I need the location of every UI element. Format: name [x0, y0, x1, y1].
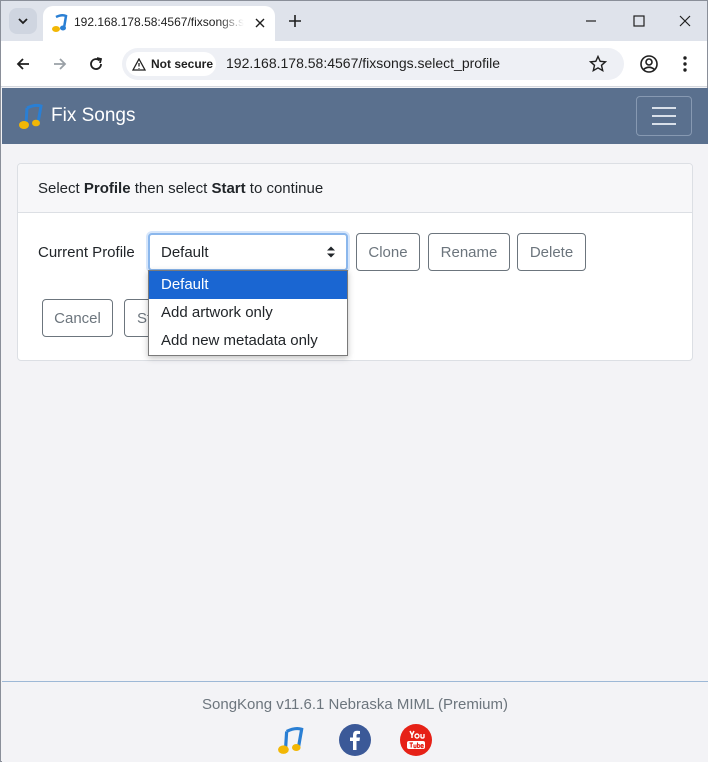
star-icon: [589, 55, 607, 73]
browser-tab[interactable]: 192.168.178.58:4567/fixsongs.select_prof…: [43, 6, 275, 41]
facebook-icon: [339, 724, 371, 756]
arrow-left-icon: [16, 58, 29, 70]
instruction-start-word: Start: [211, 180, 246, 197]
close-icon: [679, 15, 691, 27]
profile-button[interactable]: [637, 52, 661, 76]
youtube-link[interactable]: [400, 724, 432, 756]
back-button[interactable]: [10, 51, 36, 77]
rename-button[interactable]: Rename: [428, 233, 510, 271]
current-profile-label: Current Profile: [38, 244, 135, 261]
bookmark-button[interactable]: [588, 54, 608, 74]
new-tab-button[interactable]: [284, 10, 306, 32]
tab-search-button[interactable]: [9, 8, 37, 34]
browser-toolbar: Not secure 192.168.178.58:4567/fixsongs.…: [1, 41, 707, 87]
maximize-icon: [633, 15, 645, 27]
version-text: SongKong v11.6.1 Nebraska MIML (Premium): [202, 696, 508, 713]
reload-icon: [90, 57, 103, 70]
dropdown-option-add-new-metadata-only[interactable]: Add new metadata only: [149, 327, 347, 355]
youtube-icon: [400, 724, 432, 756]
hamburger-bar: [652, 115, 676, 117]
sort-caret-icon: [327, 246, 335, 258]
dropdown-option-add-artwork-only[interactable]: Add artwork only: [149, 299, 347, 327]
browser-window: 192.168.178.58:4567/fixsongs.select_prof…: [0, 0, 708, 762]
account-icon: [640, 55, 658, 73]
songkong-logo-icon: [19, 103, 43, 129]
cancel-button[interactable]: Cancel: [42, 299, 113, 337]
close-icon: [255, 18, 265, 28]
brand-title: Fix Songs: [51, 105, 136, 126]
songkong-favicon-icon: [52, 13, 68, 32]
tab-close-button[interactable]: [251, 14, 269, 32]
maximize-button[interactable]: [619, 7, 659, 35]
songkong-link[interactable]: [276, 724, 308, 756]
delete-button[interactable]: Delete: [517, 233, 586, 271]
reload-button[interactable]: [83, 51, 109, 77]
instruction-middle: then select: [130, 180, 212, 197]
page-footer: SongKong v11.6.1 Nebraska MIML (Premium): [2, 681, 708, 762]
warning-icon: [132, 57, 146, 71]
url-text: 192.168.178.58:4567/fixsongs.select_prof…: [226, 55, 500, 71]
security-chip[interactable]: Not secure: [126, 52, 216, 76]
page-viewport: Fix Songs Select Profile then select Sta…: [2, 88, 708, 762]
browser-menu-button[interactable]: [673, 52, 697, 76]
card-header: Select Profile then select Start to cont…: [18, 164, 692, 213]
plus-icon: [289, 15, 301, 27]
address-bar[interactable]: Not secure 192.168.178.58:4567/fixsongs.…: [122, 48, 624, 80]
minimize-button[interactable]: [571, 7, 611, 35]
instruction-profile-word: Profile: [83, 180, 131, 197]
chevron-down-icon: [18, 18, 28, 25]
arrow-right-icon: [54, 58, 67, 70]
instruction-prefix: Select: [38, 180, 84, 197]
more-vertical-icon: [683, 56, 687, 72]
profile-card: Select Profile then select Start to cont…: [17, 163, 693, 361]
profile-select-value: Default: [161, 244, 209, 261]
songkong-logo-icon: [278, 726, 304, 754]
tab-strip: 192.168.178.58:4567/fixsongs.select_prof…: [1, 1, 707, 41]
tab-title: 192.168.178.58:4567/fixsongs.select_prof…: [74, 15, 244, 29]
dropdown-option-default[interactable]: Default: [149, 271, 347, 299]
clone-button[interactable]: Clone: [356, 233, 420, 271]
close-window-button[interactable]: [665, 7, 705, 35]
hamburger-bar: [652, 107, 676, 109]
card-instructions: Select Profile then select Start to cont…: [38, 180, 323, 197]
forward-button[interactable]: [47, 51, 73, 77]
facebook-link[interactable]: [339, 724, 371, 756]
hamburger-bar: [652, 123, 676, 125]
minimize-icon: [586, 20, 596, 22]
profile-dropdown-list: Default Add artwork only Add new metadat…: [148, 270, 348, 356]
instruction-suffix: to continue: [245, 180, 324, 197]
security-label: Not secure: [151, 57, 214, 71]
navbar: Fix Songs: [2, 88, 708, 144]
brand-link[interactable]: Fix Songs: [19, 102, 135, 130]
navbar-toggle-button[interactable]: [636, 96, 692, 136]
profile-select[interactable]: Default: [148, 233, 348, 271]
